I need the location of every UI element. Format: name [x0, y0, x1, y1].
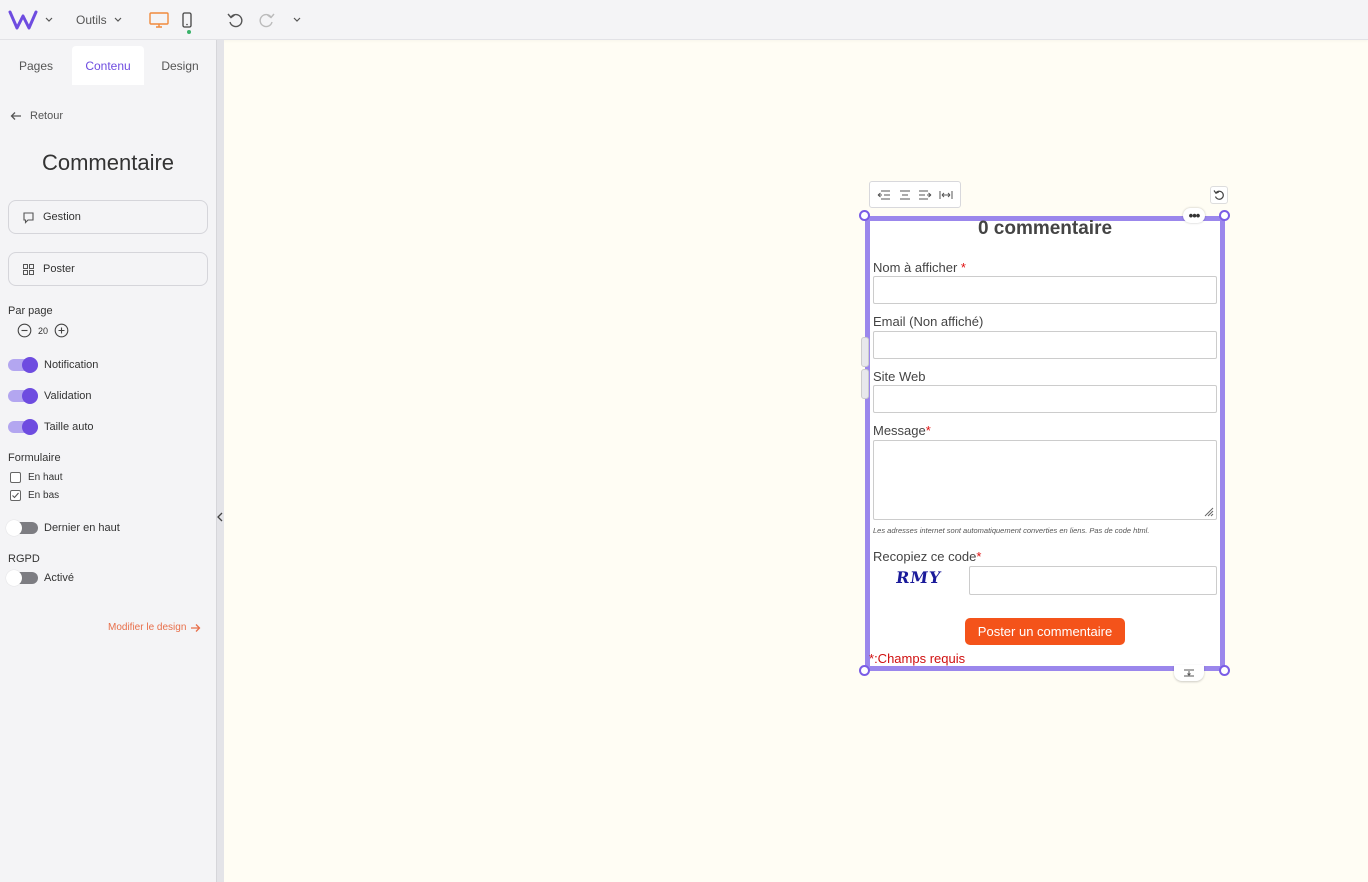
website-input[interactable] — [873, 385, 1217, 413]
plus-circle-icon[interactable] — [54, 323, 69, 338]
status-dot — [187, 30, 191, 34]
captcha-image: RMY — [894, 568, 943, 587]
full-width-icon[interactable] — [939, 189, 953, 201]
sidebar-tabs: Pages Contenu Design — [0, 46, 216, 85]
required-note-text: :Champs requis — [874, 651, 966, 666]
comment-icon — [23, 211, 34, 224]
tab-pages[interactable]: Pages — [0, 46, 72, 85]
chevron-down-icon[interactable] — [292, 0, 302, 40]
resize-handle-top-right[interactable] — [1219, 210, 1230, 221]
redo-icon[interactable] — [258, 0, 276, 40]
resize-handle-bottom-right[interactable] — [1219, 665, 1230, 676]
toggle-label: Dernier en haut — [44, 522, 120, 534]
back-link[interactable]: Retour — [10, 110, 63, 122]
arrow-left-icon — [10, 112, 21, 120]
panel-splitter[interactable] — [216, 40, 224, 882]
toggle-switch[interactable] — [8, 357, 38, 373]
gestion-button[interactable]: Gestion — [8, 200, 208, 234]
checkbox-en-haut[interactable]: En haut — [10, 472, 62, 483]
checkbox-label: En bas — [28, 490, 60, 501]
alignment-toolbar — [869, 181, 961, 208]
back-label: Retour — [30, 110, 64, 122]
poster-button[interactable]: Poster — [8, 252, 208, 286]
align-left-icon[interactable] — [877, 189, 891, 201]
email-field-label: Email (Non affiché) — [873, 314, 984, 329]
chevron-down-icon — [114, 17, 122, 22]
toggle-switch[interactable] — [8, 419, 38, 435]
tab-contenu[interactable]: Contenu — [72, 46, 144, 85]
reset-icon[interactable] — [1210, 186, 1228, 204]
links-hint: Les adresses internet sont automatiqueme… — [873, 526, 1150, 535]
checkbox-en-bas[interactable]: En bas — [10, 490, 59, 501]
checkbox-label: En haut — [28, 472, 63, 483]
panel-title: Commentaire — [41, 150, 175, 175]
resize-handle-left[interactable] — [861, 369, 869, 399]
arrow-right-icon — [191, 623, 201, 632]
top-toolbar: Outils — [0, 0, 1368, 40]
required-mark: * — [976, 549, 982, 564]
tools-menu[interactable]: Outils — [76, 0, 123, 40]
align-right-icon[interactable] — [918, 189, 932, 201]
rgpd-label: RGPD — [8, 553, 40, 565]
per-page-stepper: 20 — [17, 323, 69, 338]
required-mark: * — [925, 423, 931, 438]
resize-handle-top-left[interactable] — [859, 210, 870, 221]
toggle-label: Notification — [44, 359, 99, 371]
toggle-switch[interactable] — [6, 520, 38, 536]
toggle-label: Taille auto — [44, 421, 94, 433]
minus-circle-icon[interactable] — [17, 323, 32, 338]
toggle-notification[interactable]: Notification — [8, 357, 99, 373]
grid-icon — [23, 263, 34, 275]
modify-design-label: Modifier le design — [108, 622, 187, 633]
name-field-label: Nom à afficher * — [873, 260, 966, 275]
align-center-icon[interactable] — [898, 189, 912, 201]
per-page-value[interactable]: 20 — [38, 326, 48, 336]
resize-grip-icon[interactable] — [1204, 507, 1214, 517]
toggle-validation[interactable]: Validation — [8, 388, 92, 404]
chevron-down-icon[interactable] — [44, 0, 54, 40]
undo-icon[interactable] — [226, 0, 244, 40]
collapse-icon[interactable] — [217, 512, 223, 524]
toggle-dernier-en-haut[interactable]: Dernier en haut — [6, 520, 120, 536]
toggle-taille-auto[interactable]: Taille auto — [8, 419, 94, 435]
logo-icon[interactable] — [8, 0, 38, 40]
toggle-label: Activé — [44, 572, 74, 584]
form-section-label: Formulaire — [8, 452, 61, 464]
message-textarea[interactable] — [873, 440, 1217, 520]
toggle-rgpd[interactable]: Activé — [6, 570, 74, 586]
toggle-switch[interactable] — [6, 570, 38, 586]
required-fields-note: *:Champs requis — [869, 651, 965, 666]
captcha-label-text: Recopiez ce code — [873, 549, 977, 564]
required-mark: * — [960, 260, 966, 275]
mobile-view-icon[interactable] — [181, 0, 193, 40]
resize-handle-left[interactable] — [861, 337, 869, 367]
captcha-field-label: Recopiez ce code* — [873, 549, 981, 564]
sidebar: Pages Contenu Design Retour Commentaire … — [0, 40, 216, 882]
per-page-label: Par page — [8, 305, 53, 317]
poster-label: Poster — [43, 263, 75, 275]
message-field-label: Message* — [873, 423, 931, 438]
checkbox[interactable] — [10, 472, 21, 483]
tab-design[interactable]: Design — [144, 46, 216, 85]
resize-handle-bottom-left[interactable] — [859, 665, 870, 676]
checkbox-checked[interactable] — [10, 490, 21, 501]
insert-below-icon[interactable] — [1174, 665, 1204, 681]
website-field-label: Site Web — [873, 369, 926, 384]
captcha-input[interactable] — [969, 566, 1217, 595]
message-label-text: Message — [873, 423, 926, 438]
comment-count-title: 0 commentaire — [977, 218, 1113, 239]
email-input[interactable] — [873, 331, 1217, 359]
name-label-text: Nom à afficher — [873, 260, 961, 275]
toggle-switch[interactable] — [8, 388, 38, 404]
name-input[interactable] — [873, 276, 1217, 304]
check-icon — [12, 492, 19, 499]
toggle-label: Validation — [44, 390, 92, 402]
post-comment-button[interactable]: Poster un commentaire — [965, 618, 1125, 645]
modify-design-link[interactable]: Modifier le design — [108, 622, 201, 633]
desktop-view-icon[interactable] — [148, 0, 170, 40]
gestion-label: Gestion — [43, 211, 81, 223]
tools-label: Outils — [76, 13, 107, 27]
